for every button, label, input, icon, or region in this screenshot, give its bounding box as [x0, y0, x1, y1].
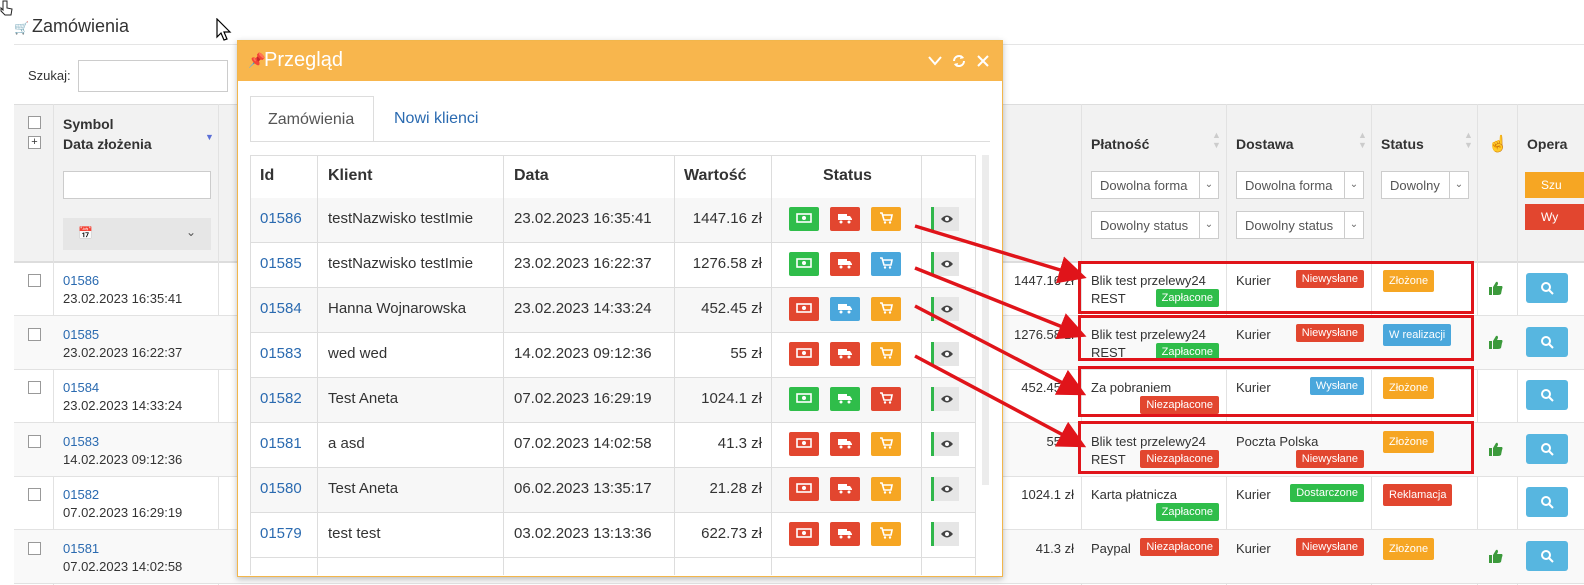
annotation-arrow: [914, 304, 1087, 396]
annotation-arrow: [914, 266, 1087, 340]
annotation-arrows: [914, 224, 1087, 448]
annotation-arrow: [914, 354, 1087, 448]
annotation-arrow: [914, 224, 1087, 284]
